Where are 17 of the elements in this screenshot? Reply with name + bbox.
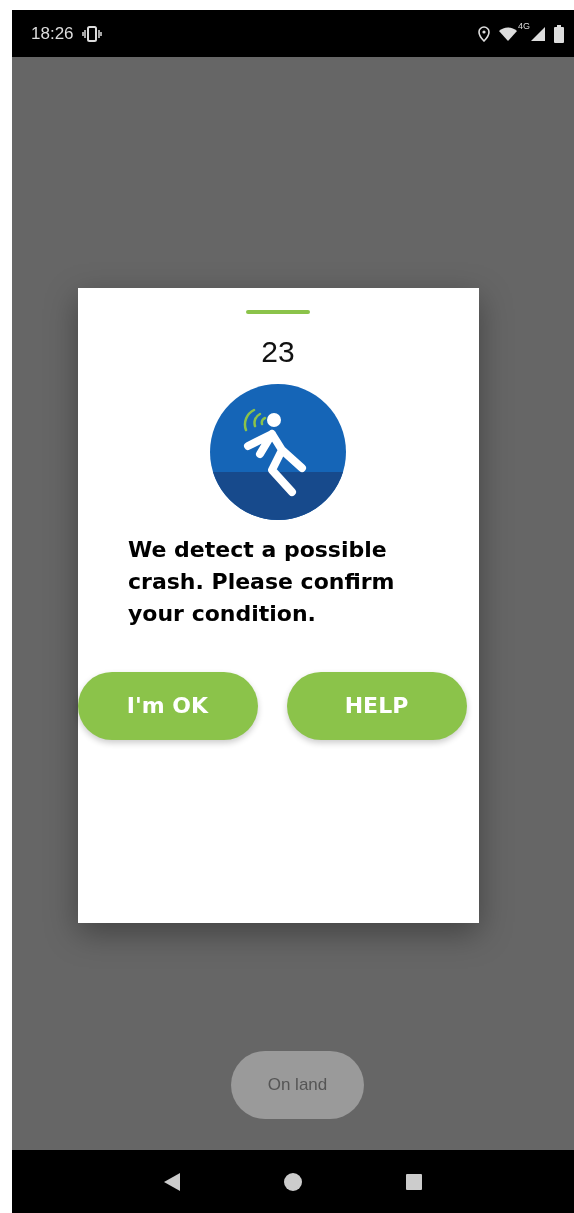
falling-person-icon: [210, 384, 346, 520]
back-icon[interactable]: [164, 1172, 180, 1191]
vibrate-icon: [81, 25, 102, 42]
action-button[interactable]: I'm OK: [77, 671, 258, 740]
network-type: 4G: [518, 20, 530, 33]
wifi-icon: [498, 25, 518, 42]
home-icon[interactable]: [284, 1172, 302, 1191]
countdown-number: 23: [261, 334, 295, 370]
battery-icon: [554, 24, 564, 43]
drag-handle: [246, 310, 310, 314]
mode-button[interactable]: On land: [231, 1051, 364, 1119]
location-icon: [478, 25, 490, 42]
signal-icon: [530, 25, 546, 42]
alert-message: We detect a possible crash. Please confirm your condition.: [128, 536, 396, 628]
recents-icon[interactable]: [406, 1173, 422, 1190]
action-button[interactable]: HELP: [286, 671, 467, 740]
clock-time: 18:26: [31, 22, 74, 45]
